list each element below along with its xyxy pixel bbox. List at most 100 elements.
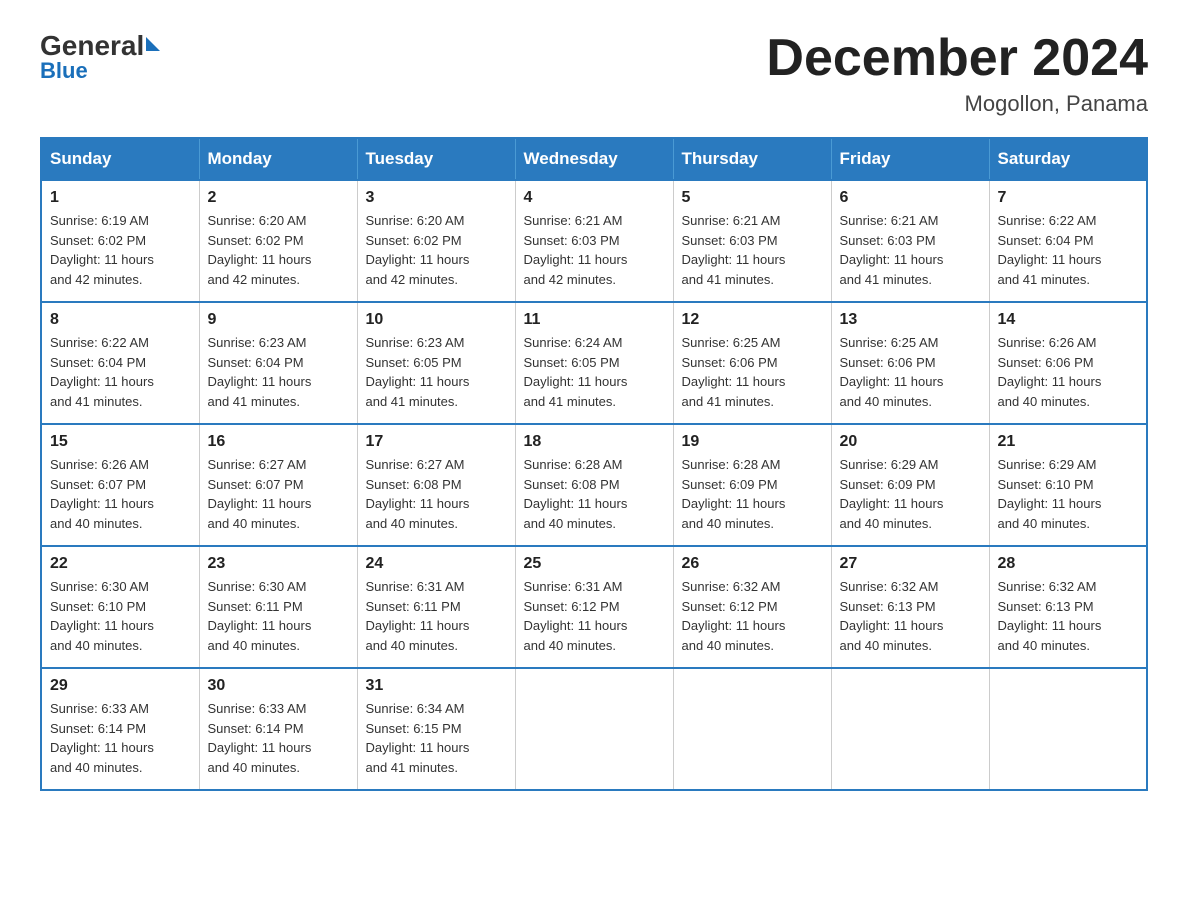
calendar-week-row: 29 Sunrise: 6:33 AMSunset: 6:14 PMDaylig…	[41, 668, 1147, 790]
calendar-week-row: 1 Sunrise: 6:19 AMSunset: 6:02 PMDayligh…	[41, 180, 1147, 302]
day-number: 31	[366, 677, 507, 695]
day-number: 30	[208, 677, 349, 695]
day-info: Sunrise: 6:27 AMSunset: 6:07 PMDaylight:…	[208, 455, 349, 533]
calendar-week-row: 22 Sunrise: 6:30 AMSunset: 6:10 PMDaylig…	[41, 546, 1147, 668]
day-info: Sunrise: 6:30 AMSunset: 6:11 PMDaylight:…	[208, 577, 349, 655]
weekday-header-thursday: Thursday	[673, 138, 831, 180]
weekday-header-friday: Friday	[831, 138, 989, 180]
calendar-day-cell: 22 Sunrise: 6:30 AMSunset: 6:10 PMDaylig…	[41, 546, 199, 668]
day-number: 14	[998, 311, 1139, 329]
day-number: 15	[50, 433, 191, 451]
day-number: 2	[208, 189, 349, 207]
calendar-day-cell: 9 Sunrise: 6:23 AMSunset: 6:04 PMDayligh…	[199, 302, 357, 424]
calendar-empty-cell	[989, 668, 1147, 790]
day-info: Sunrise: 6:21 AMSunset: 6:03 PMDaylight:…	[840, 211, 981, 289]
calendar-day-cell: 2 Sunrise: 6:20 AMSunset: 6:02 PMDayligh…	[199, 180, 357, 302]
title-block: December 2024 Mogollon, Panama	[766, 30, 1148, 117]
day-number: 28	[998, 555, 1139, 573]
day-info: Sunrise: 6:23 AMSunset: 6:05 PMDaylight:…	[366, 333, 507, 411]
calendar-day-cell: 14 Sunrise: 6:26 AMSunset: 6:06 PMDaylig…	[989, 302, 1147, 424]
day-info: Sunrise: 6:22 AMSunset: 6:04 PMDaylight:…	[998, 211, 1139, 289]
calendar-day-cell: 24 Sunrise: 6:31 AMSunset: 6:11 PMDaylig…	[357, 546, 515, 668]
day-info: Sunrise: 6:34 AMSunset: 6:15 PMDaylight:…	[366, 699, 507, 777]
calendar-day-cell: 12 Sunrise: 6:25 AMSunset: 6:06 PMDaylig…	[673, 302, 831, 424]
day-number: 5	[682, 189, 823, 207]
weekday-header-wednesday: Wednesday	[515, 138, 673, 180]
day-info: Sunrise: 6:22 AMSunset: 6:04 PMDaylight:…	[50, 333, 191, 411]
calendar-day-cell: 23 Sunrise: 6:30 AMSunset: 6:11 PMDaylig…	[199, 546, 357, 668]
calendar-day-cell: 27 Sunrise: 6:32 AMSunset: 6:13 PMDaylig…	[831, 546, 989, 668]
day-number: 3	[366, 189, 507, 207]
calendar-day-cell: 1 Sunrise: 6:19 AMSunset: 6:02 PMDayligh…	[41, 180, 199, 302]
calendar-day-cell: 19 Sunrise: 6:28 AMSunset: 6:09 PMDaylig…	[673, 424, 831, 546]
calendar-day-cell: 11 Sunrise: 6:24 AMSunset: 6:05 PMDaylig…	[515, 302, 673, 424]
weekday-header-monday: Monday	[199, 138, 357, 180]
calendar-day-cell: 8 Sunrise: 6:22 AMSunset: 6:04 PMDayligh…	[41, 302, 199, 424]
day-info: Sunrise: 6:29 AMSunset: 6:10 PMDaylight:…	[998, 455, 1139, 533]
day-number: 20	[840, 433, 981, 451]
day-info: Sunrise: 6:25 AMSunset: 6:06 PMDaylight:…	[682, 333, 823, 411]
location: Mogollon, Panama	[766, 91, 1148, 117]
day-info: Sunrise: 6:28 AMSunset: 6:09 PMDaylight:…	[682, 455, 823, 533]
day-info: Sunrise: 6:31 AMSunset: 6:12 PMDaylight:…	[524, 577, 665, 655]
day-info: Sunrise: 6:21 AMSunset: 6:03 PMDaylight:…	[524, 211, 665, 289]
day-number: 23	[208, 555, 349, 573]
day-info: Sunrise: 6:26 AMSunset: 6:07 PMDaylight:…	[50, 455, 191, 533]
day-number: 21	[998, 433, 1139, 451]
calendar-day-cell: 31 Sunrise: 6:34 AMSunset: 6:15 PMDaylig…	[357, 668, 515, 790]
day-info: Sunrise: 6:32 AMSunset: 6:13 PMDaylight:…	[840, 577, 981, 655]
calendar-empty-cell	[831, 668, 989, 790]
day-number: 22	[50, 555, 191, 573]
day-info: Sunrise: 6:28 AMSunset: 6:08 PMDaylight:…	[524, 455, 665, 533]
month-title: December 2024	[766, 30, 1148, 87]
calendar-day-cell: 17 Sunrise: 6:27 AMSunset: 6:08 PMDaylig…	[357, 424, 515, 546]
day-number: 19	[682, 433, 823, 451]
logo-triangle-icon	[146, 37, 160, 51]
day-number: 6	[840, 189, 981, 207]
calendar-day-cell: 15 Sunrise: 6:26 AMSunset: 6:07 PMDaylig…	[41, 424, 199, 546]
weekday-header-saturday: Saturday	[989, 138, 1147, 180]
day-number: 16	[208, 433, 349, 451]
calendar-table: SundayMondayTuesdayWednesdayThursdayFrid…	[40, 137, 1148, 791]
day-number: 26	[682, 555, 823, 573]
day-info: Sunrise: 6:31 AMSunset: 6:11 PMDaylight:…	[366, 577, 507, 655]
calendar-day-cell: 30 Sunrise: 6:33 AMSunset: 6:14 PMDaylig…	[199, 668, 357, 790]
day-info: Sunrise: 6:25 AMSunset: 6:06 PMDaylight:…	[840, 333, 981, 411]
day-info: Sunrise: 6:26 AMSunset: 6:06 PMDaylight:…	[998, 333, 1139, 411]
day-info: Sunrise: 6:24 AMSunset: 6:05 PMDaylight:…	[524, 333, 665, 411]
day-info: Sunrise: 6:29 AMSunset: 6:09 PMDaylight:…	[840, 455, 981, 533]
day-number: 12	[682, 311, 823, 329]
day-number: 9	[208, 311, 349, 329]
day-number: 7	[998, 189, 1139, 207]
day-info: Sunrise: 6:32 AMSunset: 6:12 PMDaylight:…	[682, 577, 823, 655]
day-number: 24	[366, 555, 507, 573]
day-info: Sunrise: 6:33 AMSunset: 6:14 PMDaylight:…	[208, 699, 349, 777]
page-header: General Blue December 2024 Mogollon, Pan…	[40, 30, 1148, 117]
weekday-header-sunday: Sunday	[41, 138, 199, 180]
day-number: 27	[840, 555, 981, 573]
calendar-day-cell: 10 Sunrise: 6:23 AMSunset: 6:05 PMDaylig…	[357, 302, 515, 424]
day-info: Sunrise: 6:20 AMSunset: 6:02 PMDaylight:…	[366, 211, 507, 289]
calendar-day-cell: 25 Sunrise: 6:31 AMSunset: 6:12 PMDaylig…	[515, 546, 673, 668]
calendar-empty-cell	[515, 668, 673, 790]
day-number: 10	[366, 311, 507, 329]
calendar-day-cell: 20 Sunrise: 6:29 AMSunset: 6:09 PMDaylig…	[831, 424, 989, 546]
calendar-day-cell: 29 Sunrise: 6:33 AMSunset: 6:14 PMDaylig…	[41, 668, 199, 790]
day-info: Sunrise: 6:20 AMSunset: 6:02 PMDaylight:…	[208, 211, 349, 289]
day-number: 4	[524, 189, 665, 207]
calendar-day-cell: 4 Sunrise: 6:21 AMSunset: 6:03 PMDayligh…	[515, 180, 673, 302]
calendar-week-row: 8 Sunrise: 6:22 AMSunset: 6:04 PMDayligh…	[41, 302, 1147, 424]
calendar-day-cell: 6 Sunrise: 6:21 AMSunset: 6:03 PMDayligh…	[831, 180, 989, 302]
day-info: Sunrise: 6:27 AMSunset: 6:08 PMDaylight:…	[366, 455, 507, 533]
day-info: Sunrise: 6:32 AMSunset: 6:13 PMDaylight:…	[998, 577, 1139, 655]
calendar-day-cell: 13 Sunrise: 6:25 AMSunset: 6:06 PMDaylig…	[831, 302, 989, 424]
calendar-header-row: SundayMondayTuesdayWednesdayThursdayFrid…	[41, 138, 1147, 180]
day-info: Sunrise: 6:21 AMSunset: 6:03 PMDaylight:…	[682, 211, 823, 289]
calendar-day-cell: 28 Sunrise: 6:32 AMSunset: 6:13 PMDaylig…	[989, 546, 1147, 668]
day-info: Sunrise: 6:23 AMSunset: 6:04 PMDaylight:…	[208, 333, 349, 411]
day-number: 29	[50, 677, 191, 695]
weekday-header-tuesday: Tuesday	[357, 138, 515, 180]
day-number: 1	[50, 189, 191, 207]
logo: General Blue	[40, 30, 160, 84]
calendar-day-cell: 5 Sunrise: 6:21 AMSunset: 6:03 PMDayligh…	[673, 180, 831, 302]
